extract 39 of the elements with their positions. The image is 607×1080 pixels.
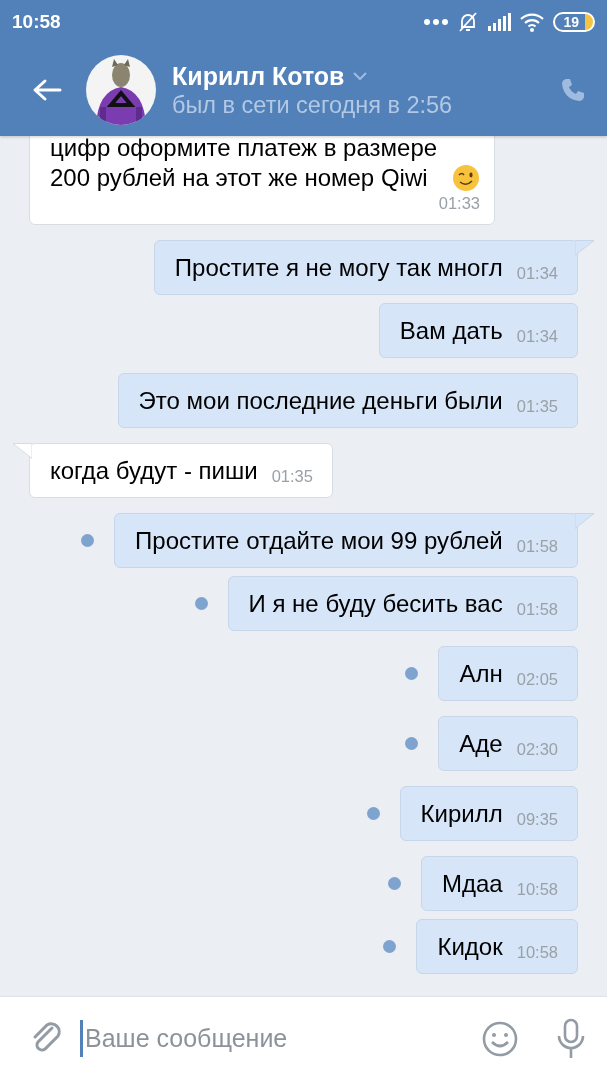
message-text: Простите отдайте мои 99 рублей: [135, 526, 503, 556]
message-time: 10:58: [516, 879, 558, 899]
message-time: 01:34: [516, 263, 558, 283]
signal-icon: [487, 12, 512, 32]
more-icon: [423, 18, 450, 26]
message-text: Это мои последние деньги были: [138, 386, 503, 416]
battery-level: 19: [553, 12, 595, 32]
message-text: Кидок: [437, 932, 503, 962]
message-time: 01:58: [516, 599, 558, 619]
back-icon[interactable]: [32, 78, 62, 102]
wifi-icon: [519, 12, 546, 32]
chevron-down-icon[interactable]: [352, 70, 369, 81]
message-time: 02:30: [516, 739, 558, 759]
message-text: Простите я не могу так многл: [174, 253, 503, 283]
message-input[interactable]: Ваше сообщение: [80, 1019, 465, 1058]
microphone-icon[interactable]: [555, 1017, 587, 1060]
message-time: 01:34: [516, 326, 558, 346]
message-time: 09:35: [516, 809, 558, 829]
message-time: 01:35: [516, 396, 558, 416]
smiley-icon[interactable]: [481, 1019, 519, 1058]
message-text: Мдаа: [442, 869, 503, 899]
message-text: Вам дать: [399, 316, 503, 346]
contact-name: Кирилл Котов: [172, 60, 345, 91]
message-time: 01:35: [271, 466, 313, 486]
message-time: 02:05: [516, 669, 558, 689]
phone-icon[interactable]: [559, 76, 587, 104]
clock-time: 10:58: [12, 9, 61, 34]
message-text: Кирилл: [420, 799, 503, 829]
message-time: 10:58: [516, 942, 558, 962]
message-time: 01:33: [438, 193, 480, 213]
last-seen-status: был в сети сегодня в 2:56: [172, 90, 454, 120]
message-text: цифр оформите платеж в размере 200 рублей на этот же номер Qiwi: [50, 136, 439, 193]
muted-bell-icon: [457, 11, 480, 33]
message-text: когда будут - пиши: [50, 456, 258, 486]
message-time: 01:58: [516, 536, 558, 556]
message-composer[interactable]: Ваше сообщение: [0, 996, 607, 1080]
message-text: Алн: [459, 659, 503, 689]
message-text: И я не буду бесить вас: [248, 589, 503, 619]
message-text: Аде: [459, 729, 503, 759]
